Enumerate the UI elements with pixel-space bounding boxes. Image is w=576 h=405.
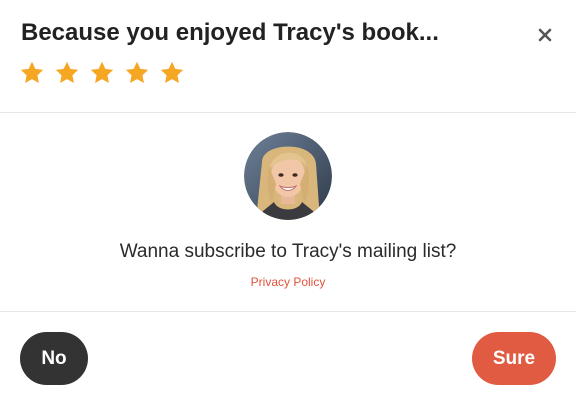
star-icon	[125, 61, 149, 83]
close-icon	[538, 28, 552, 42]
modal-title: Because you enjoyed Tracy's book...	[21, 19, 439, 46]
star-icon	[90, 61, 114, 83]
subscribe-prompt: Wanna subscribe to Tracy's mailing list?	[119, 241, 457, 262]
footer-divider	[0, 311, 576, 312]
sure-button[interactable]: Sure	[472, 332, 556, 385]
star-rating	[19, 60, 185, 86]
no-button[interactable]: No	[20, 332, 88, 385]
subscribe-modal: Because you enjoyed Tracy's book... Wann…	[0, 0, 576, 405]
close-button[interactable]	[534, 24, 556, 46]
privacy-policy-link[interactable]: Privacy Policy	[0, 275, 576, 289]
star-icon	[160, 61, 184, 83]
author-avatar-icon	[244, 132, 332, 220]
star-icon	[20, 61, 44, 83]
modal-header: Because you enjoyed Tracy's book...	[0, 0, 576, 112]
star-icon	[55, 61, 79, 83]
header-divider	[0, 112, 576, 113]
avatar	[244, 132, 332, 220]
